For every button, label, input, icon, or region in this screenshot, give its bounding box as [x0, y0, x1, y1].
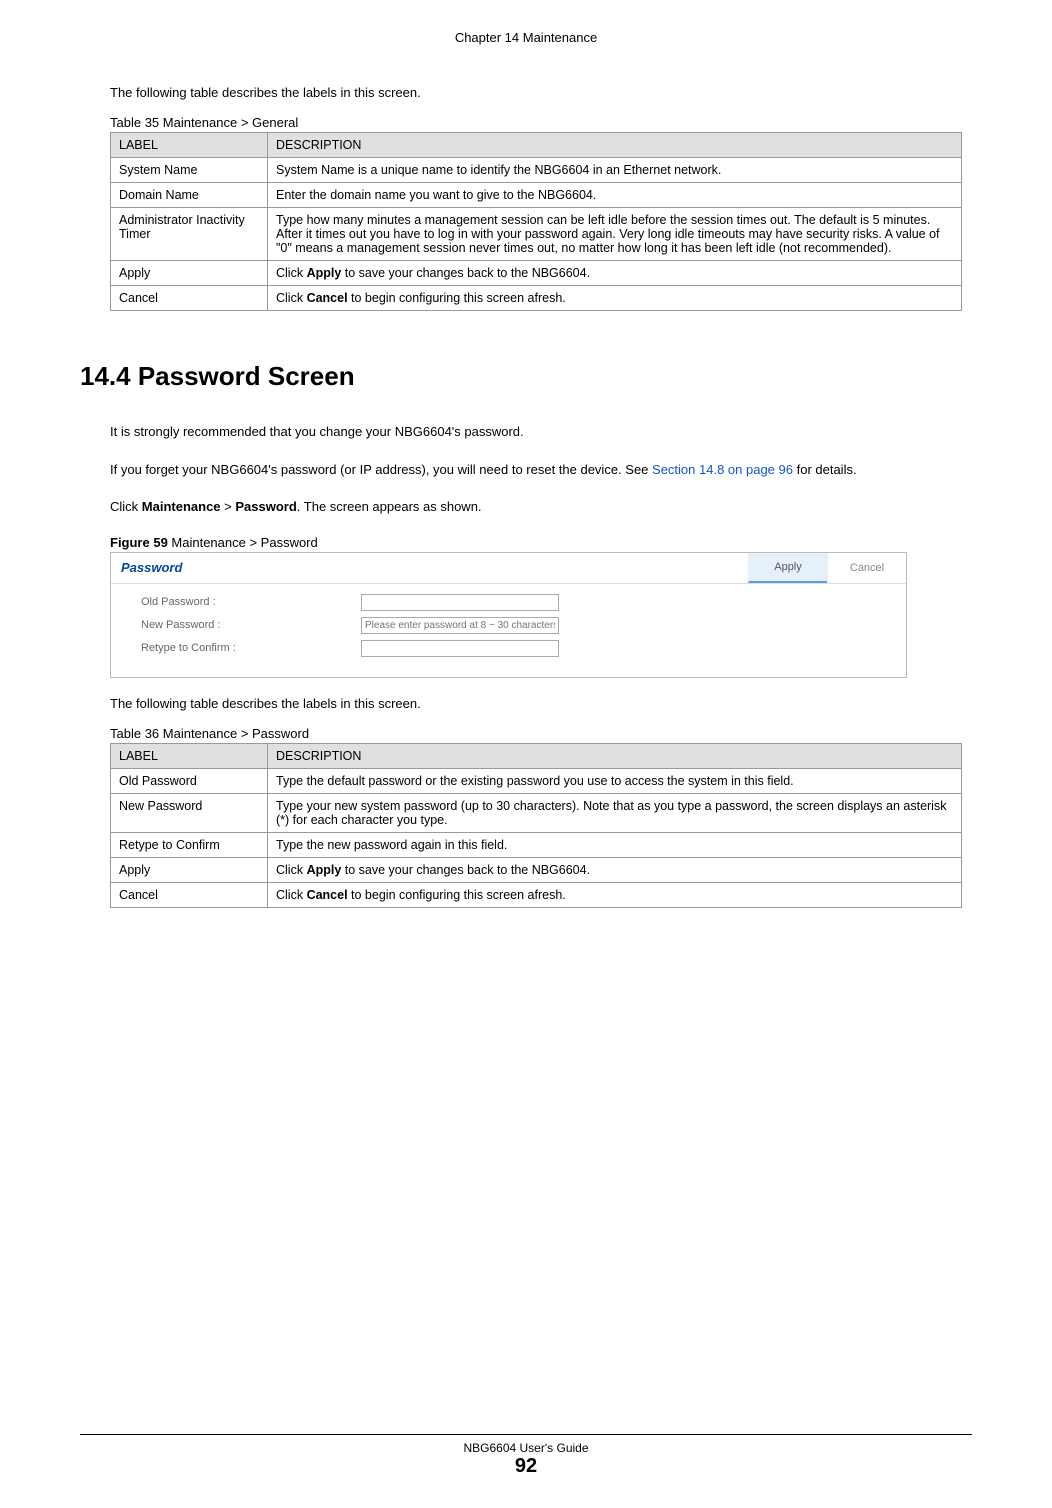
footer-guide-title: NBG6604 User's Guide — [80, 1441, 972, 1455]
figure-cancel-button[interactable]: Cancel — [827, 554, 906, 582]
cell-label: Retype to Confirm — [111, 832, 268, 857]
old-password-input[interactable] — [361, 594, 559, 611]
new-password-input[interactable] — [361, 617, 559, 634]
cell-desc: Click Apply to save your changes back to… — [268, 261, 962, 286]
cell-desc: Type the default password or the existin… — [268, 768, 962, 793]
table35-caption: Table 35 Maintenance > General — [110, 115, 962, 130]
table-row: Domain Name Enter the domain name you wa… — [111, 183, 962, 208]
figure-59-caption: Figure 59 Maintenance > Password — [110, 535, 962, 550]
cell-label: New Password — [111, 793, 268, 832]
cell-label: Old Password — [111, 768, 268, 793]
table-row: Old Password Type the default password o… — [111, 768, 962, 793]
table-36: LABEL DESCRIPTION Old Password Type the … — [110, 743, 962, 908]
para-forget: If you forget your NBG6604's password (o… — [110, 460, 962, 480]
section-heading-14-4: 14.4 Password Screen — [80, 361, 962, 392]
cell-desc: Click Apply to save your changes back to… — [268, 857, 962, 882]
table36-header-label: LABEL — [111, 743, 268, 768]
table-row: Administrator Inactivity Timer Type how … — [111, 208, 962, 261]
footer-page-number: 92 — [80, 1455, 972, 1478]
cell-desc: Type the new password again in this fiel… — [268, 832, 962, 857]
link-section-14-8[interactable]: Section 14.8 on page 96 — [652, 462, 793, 477]
cell-label: Cancel — [111, 882, 268, 907]
retype-confirm-input[interactable] — [361, 640, 559, 657]
page-footer: NBG6604 User's Guide 92 — [80, 1434, 972, 1478]
cell-desc: Enter the domain name you want to give t… — [268, 183, 962, 208]
retype-confirm-label: Retype to Confirm : — [141, 642, 361, 654]
intro-text-1: The following table describes the labels… — [110, 85, 962, 100]
table-row: System Name System Name is a unique name… — [111, 158, 962, 183]
table-row: Apply Click Apply to save your changes b… — [111, 261, 962, 286]
para-recommend: It is strongly recommended that you chan… — [110, 422, 962, 442]
table35-header-desc: DESCRIPTION — [268, 133, 962, 158]
cell-desc: Type how many minutes a management sessi… — [268, 208, 962, 261]
table-35: LABEL DESCRIPTION System Name System Nam… — [110, 132, 962, 311]
new-password-label: New Password : — [141, 619, 361, 631]
figure-panel-title: Password — [111, 554, 748, 581]
table-row: Cancel Click Cancel to begin configuring… — [111, 882, 962, 907]
para-click-nav: Click Maintenance > Password. The screen… — [110, 497, 962, 517]
cell-label: Administrator Inactivity Timer — [111, 208, 268, 261]
cell-desc: Click Cancel to begin configuring this s… — [268, 286, 962, 311]
cell-desc: System Name is a unique name to identify… — [268, 158, 962, 183]
old-password-label: Old Password : — [141, 596, 361, 608]
cell-label: Domain Name — [111, 183, 268, 208]
figure-apply-button[interactable]: Apply — [748, 553, 827, 583]
table36-header-desc: DESCRIPTION — [268, 743, 962, 768]
table35-header-label: LABEL — [111, 133, 268, 158]
table-row: Retype to Confirm Type the new password … — [111, 832, 962, 857]
cell-desc: Type your new system password (up to 30 … — [268, 793, 962, 832]
cell-label: Apply — [111, 261, 268, 286]
intro-text-2: The following table describes the labels… — [110, 696, 962, 711]
table-row: New Password Type your new system passwo… — [111, 793, 962, 832]
cell-label: System Name — [111, 158, 268, 183]
table-row: Cancel Click Cancel to begin configuring… — [111, 286, 962, 311]
table-row: Apply Click Apply to save your changes b… — [111, 857, 962, 882]
cell-label: Cancel — [111, 286, 268, 311]
table36-caption: Table 36 Maintenance > Password — [110, 726, 962, 741]
figure-59-screenshot: Password Apply Cancel Old Password : New… — [110, 552, 907, 678]
chapter-header: Chapter 14 Maintenance — [80, 30, 972, 45]
cell-desc: Click Cancel to begin configuring this s… — [268, 882, 962, 907]
cell-label: Apply — [111, 857, 268, 882]
